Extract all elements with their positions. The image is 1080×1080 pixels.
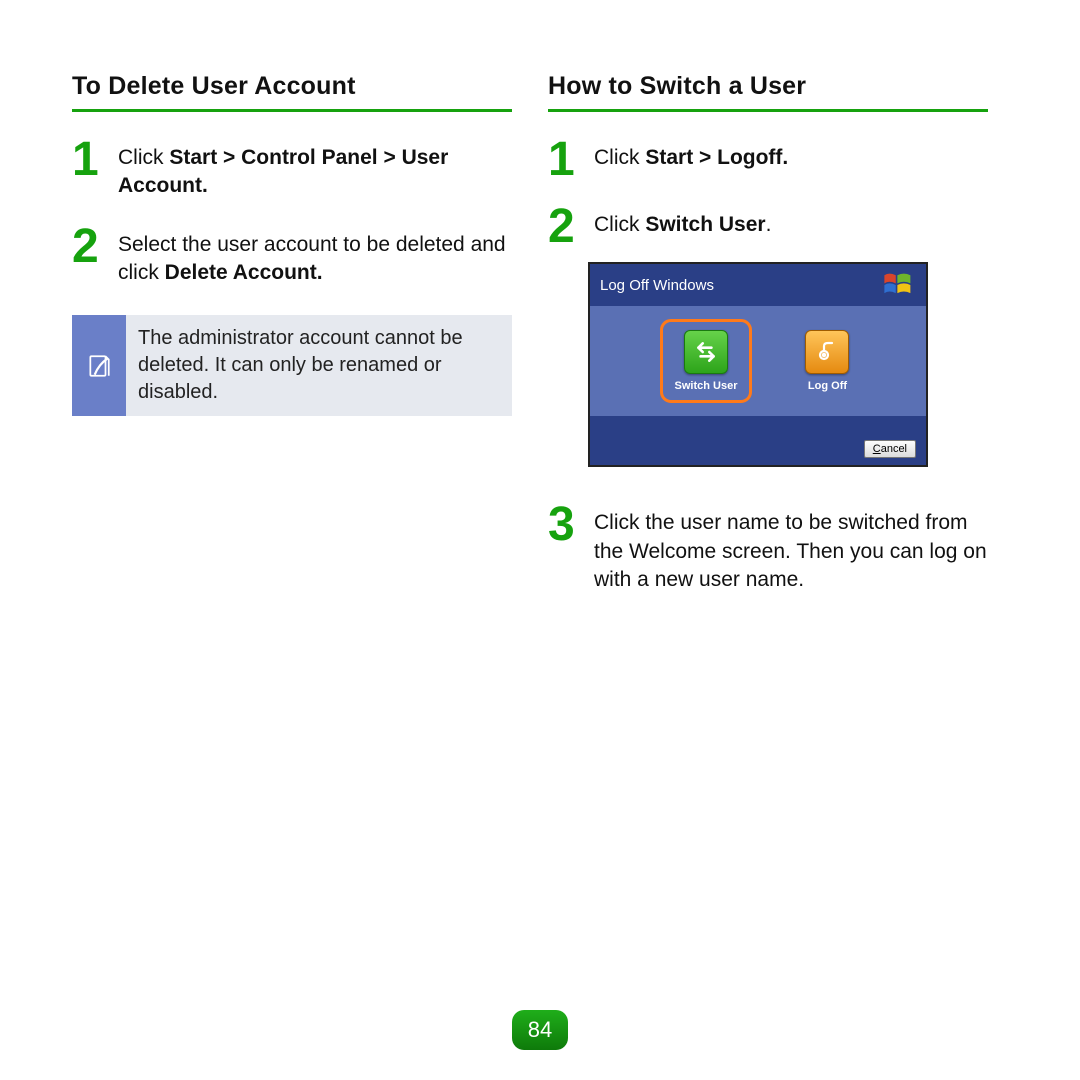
switch-user-label: Switch User (675, 380, 738, 392)
dialog-footer: Cancel (590, 433, 926, 465)
text: Click (594, 146, 645, 169)
log-off-icon (805, 330, 849, 374)
log-off-label: Log Off (808, 380, 847, 392)
bold-text: Switch User (645, 213, 765, 236)
text: Click (594, 213, 645, 236)
step-text: Click Switch User. (594, 209, 988, 239)
bold-text: Delete Account. (165, 261, 323, 284)
page-number: 84 (512, 1010, 568, 1050)
dialog-body: Switch User Log Off (590, 306, 926, 416)
switch-user-icon (684, 330, 728, 374)
cancel-underline: C (873, 443, 881, 455)
right-column: How to Switch a User 1 Click Start > Log… (548, 72, 988, 622)
heading-delete-user: To Delete User Account (72, 72, 512, 112)
note-box: The administrator account cannot be dele… (72, 315, 512, 416)
text: . (766, 213, 772, 236)
step-number: 2 (72, 225, 112, 268)
right-step-2: 2 Click Switch User. (548, 209, 988, 248)
note-icon (72, 315, 126, 416)
dialog-title: Log Off Windows (600, 277, 714, 294)
logoff-dialog: Log Off Windows (588, 262, 928, 467)
step-number: 1 (548, 138, 588, 181)
left-step-2: 2 Select the user account to be deleted … (72, 229, 512, 288)
step-number: 3 (548, 503, 588, 546)
bold-text: Start > Logoff. (645, 146, 788, 169)
step-number: 2 (548, 205, 588, 248)
windows-flag-icon (882, 272, 916, 298)
step-text: Select the user account to be deleted an… (118, 229, 512, 288)
right-step-3: 3 Click the user name to be switched fro… (548, 507, 988, 594)
step-text: Click the user name to be switched from … (594, 507, 988, 594)
step-text: Click Start > Control Panel > User Accou… (118, 142, 512, 201)
text: Click (118, 146, 169, 169)
note-text: The administrator account cannot be dele… (126, 315, 512, 416)
cancel-rest: ancel (881, 443, 907, 455)
dialog-titlebar: Log Off Windows (590, 264, 926, 306)
left-step-1: 1 Click Start > Control Panel > User Acc… (72, 142, 512, 201)
cancel-button[interactable]: Cancel (864, 440, 916, 458)
right-step-1: 1 Click Start > Logoff. (548, 142, 988, 181)
step-text: Click Start > Logoff. (594, 142, 988, 172)
heading-switch-user: How to Switch a User (548, 72, 988, 112)
log-off-button[interactable]: Log Off (805, 330, 849, 392)
switch-user-button[interactable]: Switch User (667, 326, 746, 396)
left-column: To Delete User Account 1 Click Start > C… (72, 72, 512, 622)
step-number: 1 (72, 138, 112, 181)
